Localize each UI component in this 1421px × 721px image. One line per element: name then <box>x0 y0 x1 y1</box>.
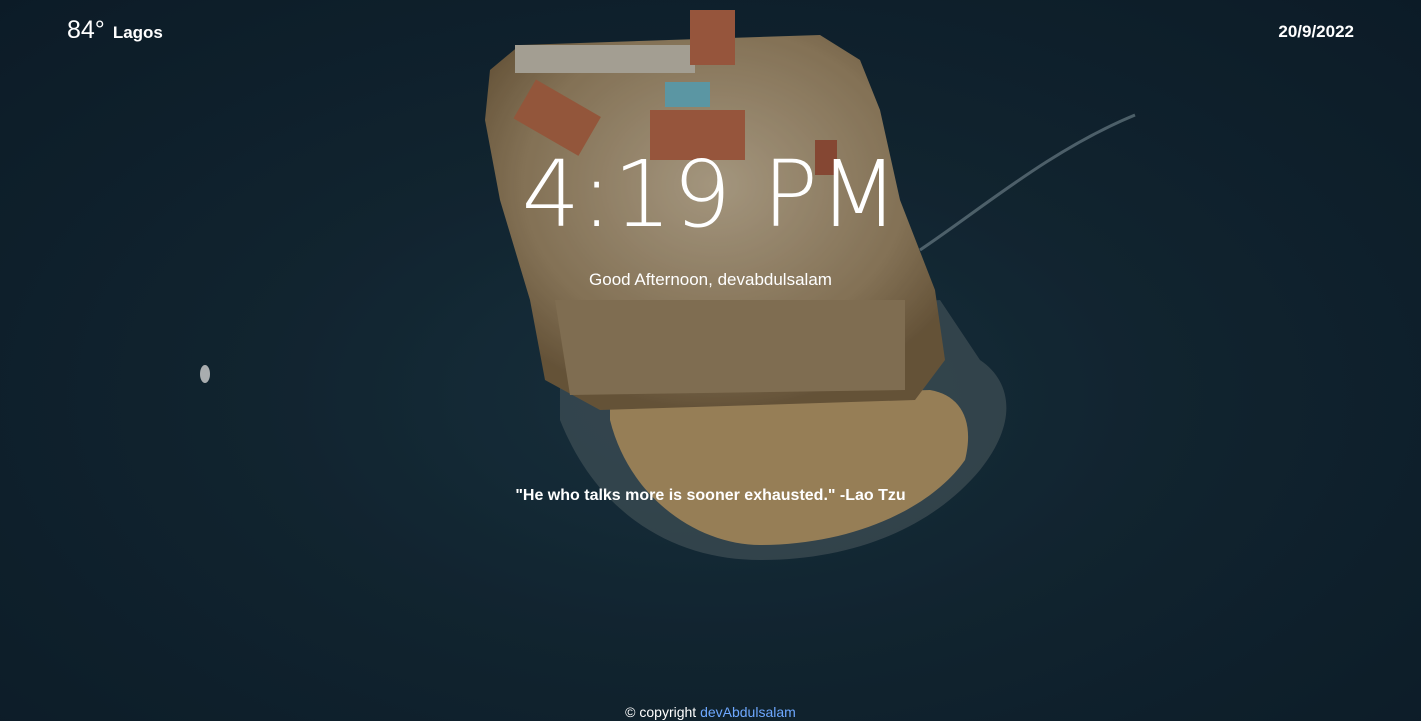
background-dim-overlay <box>0 0 1421 721</box>
copyright-text: © copyright <box>625 704 697 720</box>
greeting-message: Good Afternoon, devabdulsalam <box>589 270 832 289</box>
dashboard-screen: 84° Lagos 20/9/2022 4:19 PM Good Afterno… <box>0 0 1421 721</box>
footer: © copyright devAbdulsalam <box>0 704 1421 720</box>
author-link[interactable]: devAbdulsalam <box>700 704 796 720</box>
temperature: 84° <box>67 16 105 44</box>
weather-widget: 84° Lagos <box>67 16 163 45</box>
city-name: Lagos <box>112 23 163 42</box>
current-date: 20/9/2022 <box>1278 22 1354 41</box>
quote-text: "He who talks more is sooner exhausted."… <box>515 487 906 504</box>
clock-time: 4:19 PM <box>521 141 900 248</box>
